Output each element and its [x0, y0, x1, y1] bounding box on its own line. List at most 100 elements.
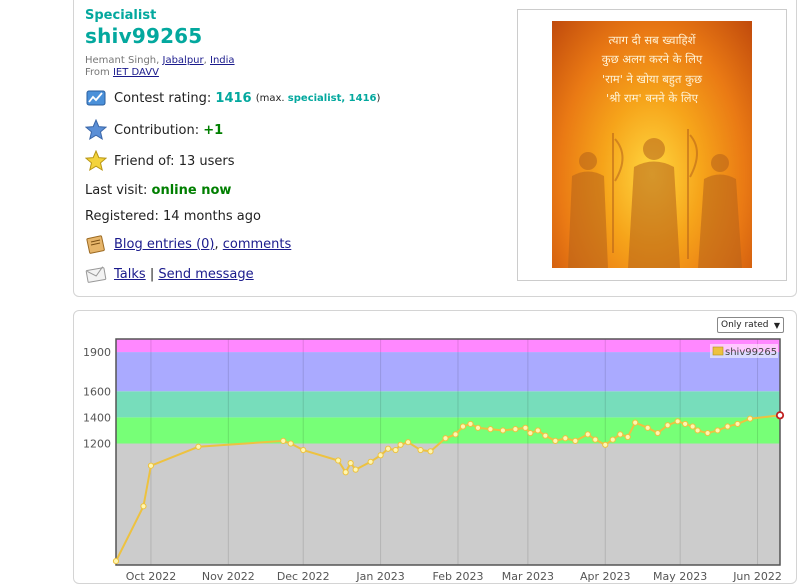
data-point [377, 452, 384, 459]
y-tick-label: 1900 [83, 346, 111, 359]
data-point [654, 429, 661, 437]
data-point [392, 446, 399, 454]
data-point [442, 435, 449, 442]
data-point [404, 439, 412, 446]
rating-chart-icon [86, 90, 106, 106]
data-point [689, 423, 696, 430]
registered-value: 14 months ago [163, 209, 261, 224]
data-point [694, 427, 701, 434]
data-point [542, 432, 549, 439]
data-point [352, 466, 359, 473]
data-point [427, 448, 434, 455]
data-point [674, 418, 681, 425]
data-point [584, 431, 591, 438]
legend-label: shiv99265 [725, 347, 777, 358]
send-message-link[interactable]: Send message [158, 267, 253, 282]
data-point [459, 423, 467, 430]
friend-label: Friend of: [114, 153, 175, 169]
data-point [644, 424, 651, 431]
data-point [287, 440, 294, 447]
max-rating-value: specialist, 1416 [287, 92, 377, 104]
data-point [467, 420, 474, 428]
data-point [572, 437, 579, 444]
data-point [112, 557, 120, 565]
blog-icon [86, 235, 105, 254]
poster-silhouettes [568, 129, 742, 268]
data-point [552, 437, 559, 444]
friend-count: 13 users [178, 153, 235, 169]
envelope-icon [85, 266, 107, 283]
country-link[interactable]: India [210, 55, 235, 66]
x-tick-label: Dec 2022 [277, 570, 330, 583]
data-point [140, 503, 147, 510]
data-point [487, 426, 494, 433]
data-point [682, 420, 689, 428]
x-tick-label: Apr 2023 [580, 570, 631, 583]
x-tick-label: Mar 2023 [502, 570, 554, 583]
avatar-frame: त्याग दी सब ख्वाहिशें कुछ अलग करने के लि… [517, 9, 787, 281]
data-point [632, 419, 639, 426]
talks-link[interactable]: Talks [114, 267, 146, 282]
x-tick-label: May 2023 [653, 570, 707, 583]
data-point [527, 429, 534, 437]
legend-swatch [712, 346, 724, 356]
user-organization: From IET DAVV [85, 67, 159, 78]
data-point [714, 427, 721, 434]
data-point [724, 423, 731, 430]
data-point [617, 431, 624, 438]
data-point [335, 457, 342, 464]
data-point [602, 441, 609, 448]
data-point [474, 424, 482, 431]
registered-label: Registered: [85, 209, 159, 224]
data-point [592, 436, 599, 443]
y-tick-label: 1400 [83, 411, 111, 424]
contribution-label: Contribution: [114, 122, 200, 138]
city-link[interactable]: Jabalpur [163, 55, 204, 66]
organization-link[interactable]: IET DAVV [113, 67, 159, 78]
avatar[interactable]: त्याग दी सब ख्वाहिशें कुछ अलग करने के लि… [552, 21, 752, 268]
data-point [342, 469, 349, 476]
data-point [664, 422, 671, 429]
data-point [397, 441, 404, 448]
talks-row: Talks | Send message [85, 263, 254, 285]
data-point [367, 458, 374, 465]
data-point [384, 445, 392, 452]
data-point [147, 462, 155, 469]
link-separator: | [149, 266, 155, 282]
registered-row: Registered: 14 months ago [85, 209, 261, 224]
data-point [280, 437, 287, 444]
contest-rating-value: 1416 [215, 90, 252, 106]
data-point [195, 443, 202, 450]
x-tick-label: Feb 2023 [433, 570, 484, 583]
contest-rating-row: Contest rating: 1416 (max. specialist, 1… [85, 87, 380, 109]
friend-row: Friend of: 13 users [85, 150, 235, 172]
data-point [300, 446, 307, 454]
last-visit-value: online now [151, 183, 232, 198]
data-point [534, 427, 541, 434]
y-tick-label: 1600 [83, 385, 111, 398]
friend-star-icon [85, 150, 107, 172]
user-rank: Specialist [85, 8, 157, 23]
data-point [512, 426, 519, 433]
data-point [609, 436, 616, 443]
rating-filter-dropdown[interactable]: Only rated ▼ [717, 317, 784, 333]
data-point [347, 460, 354, 467]
contribution-value: +1 [203, 122, 224, 138]
last-visit-row: Last visit: online now [85, 183, 231, 198]
data-point [499, 427, 507, 434]
contribution-row: Contribution: +1 [85, 119, 223, 141]
user-handle: shiv99265 [85, 24, 203, 48]
rating-graph-card: 1200 1400 1600 1900 Oct 2022 Nov 2022 Dec 2022… [73, 310, 797, 584]
profile-card: Specialist shiv99265 Hemant Singh, Jabal… [73, 0, 797, 297]
x-tick-label: Jun 2022 [732, 570, 782, 583]
comments-link[interactable]: comments [223, 237, 292, 252]
user-name: Hemant Singh [85, 55, 157, 66]
data-point [734, 420, 741, 428]
data-point [522, 424, 529, 431]
blog-entries-link[interactable]: Blog entries (0) [114, 237, 214, 252]
data-point [746, 415, 754, 422]
data-point [452, 431, 459, 438]
max-rating: (max. specialist, 1416) [255, 92, 381, 104]
x-tick-label: Nov 2022 [202, 570, 255, 583]
rating-filter-value: Only rated [721, 320, 769, 330]
